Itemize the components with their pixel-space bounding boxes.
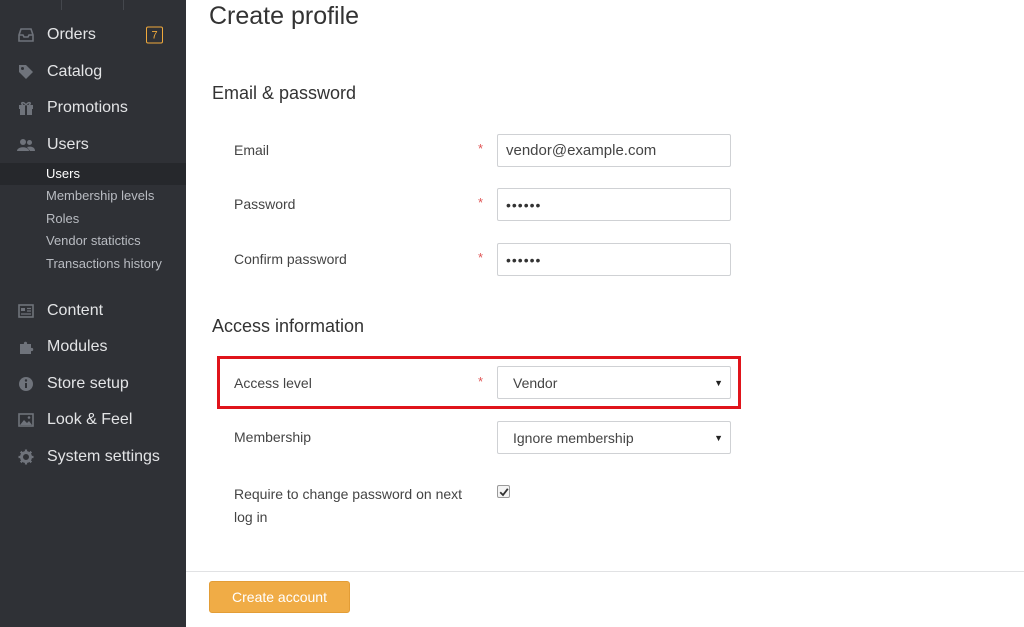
- nav-users-label: Users: [47, 136, 89, 153]
- require-change-password-checkbox[interactable]: [497, 485, 510, 498]
- inbox-icon: [17, 26, 35, 44]
- sub-active-highlight: [0, 163, 186, 185]
- nav-system-settings[interactable]: System settings: [0, 440, 186, 474]
- password-required-mark: *: [478, 195, 484, 210]
- nav-promotions-label: Promotions: [47, 99, 128, 116]
- nav-orders-label: Orders: [47, 26, 96, 43]
- password-value: ••••••: [506, 196, 542, 213]
- confirm-password-required-mark: *: [478, 250, 484, 265]
- nav-content[interactable]: Content: [0, 294, 186, 328]
- tag-icon: [17, 63, 35, 81]
- sub-item-roles[interactable]: Roles: [46, 211, 79, 226]
- email-label: Email: [234, 142, 270, 158]
- caret-down-icon: ▼: [714, 377, 723, 388]
- content-icon: [17, 302, 35, 320]
- sub-item-transactions-history[interactable]: Transactions history: [46, 256, 162, 271]
- section-access-information: Access information: [212, 316, 365, 336]
- password-label: Password: [234, 196, 296, 212]
- membership-value: Ignore membership: [513, 429, 634, 446]
- nav-orders[interactable]: Orders 7: [0, 18, 186, 52]
- page-title: Create profile: [209, 2, 360, 30]
- nav-look-and-feel[interactable]: Look & Feel: [0, 403, 186, 437]
- nav-modules[interactable]: Modules: [0, 330, 186, 364]
- puzzle-icon: [17, 338, 35, 356]
- confirm-password-value: ••••••: [506, 251, 542, 268]
- nav-system-settings-label: System settings: [47, 448, 160, 465]
- sidebar: Orders 7 Catalog Promotions Users Users …: [0, 0, 186, 627]
- image-icon: [17, 411, 35, 429]
- caret-down-icon: ▼: [714, 432, 723, 443]
- nav-content-label: Content: [47, 302, 104, 319]
- nav-catalog[interactable]: Catalog: [0, 55, 186, 89]
- email-value: vendor@example.com: [506, 142, 657, 159]
- password-field[interactable]: ••••••: [497, 188, 731, 221]
- access-level-required-mark: *: [478, 374, 484, 389]
- orders-count-badge: 7: [146, 26, 163, 44]
- users-icon: [17, 136, 35, 154]
- sub-item-membership-levels[interactable]: Membership levels: [46, 188, 154, 203]
- nav-catalog-label: Catalog: [47, 63, 103, 80]
- create-account-button[interactable]: Create account: [209, 581, 350, 613]
- sub-item-vendor-statistics[interactable]: Vendor statictics: [46, 233, 141, 248]
- email-required-mark: *: [478, 141, 484, 156]
- section-email-password: Email & password: [212, 83, 357, 103]
- email-field[interactable]: vendor@example.com: [497, 134, 731, 167]
- sidebar-topbar: [0, 0, 186, 10]
- nav-look-and-feel-label: Look & Feel: [47, 411, 133, 428]
- membership-label: Membership: [234, 429, 312, 445]
- membership-select[interactable]: Ignore membership ▼: [497, 421, 731, 454]
- nav-modules-label: Modules: [47, 338, 108, 355]
- access-level-select[interactable]: Vendor ▼: [497, 366, 731, 399]
- nav-store-setup-label: Store setup: [47, 375, 129, 392]
- access-level-value: Vendor: [513, 374, 558, 391]
- nav-store-setup[interactable]: Store setup: [0, 367, 186, 401]
- nav-users[interactable]: Users: [0, 128, 186, 162]
- checkmark-icon: [499, 487, 509, 496]
- gear-icon: [17, 448, 35, 466]
- gift-icon: [17, 99, 35, 117]
- require-change-password-label: Require to change password on next log i…: [234, 486, 463, 525]
- confirm-password-label: Confirm password: [234, 251, 347, 267]
- info-icon: [17, 375, 35, 393]
- confirm-password-field[interactable]: ••••••: [497, 243, 731, 276]
- access-level-label: Access level: [234, 375, 312, 391]
- sub-item-users[interactable]: Users: [46, 166, 80, 181]
- nav-promotions[interactable]: Promotions: [0, 91, 186, 125]
